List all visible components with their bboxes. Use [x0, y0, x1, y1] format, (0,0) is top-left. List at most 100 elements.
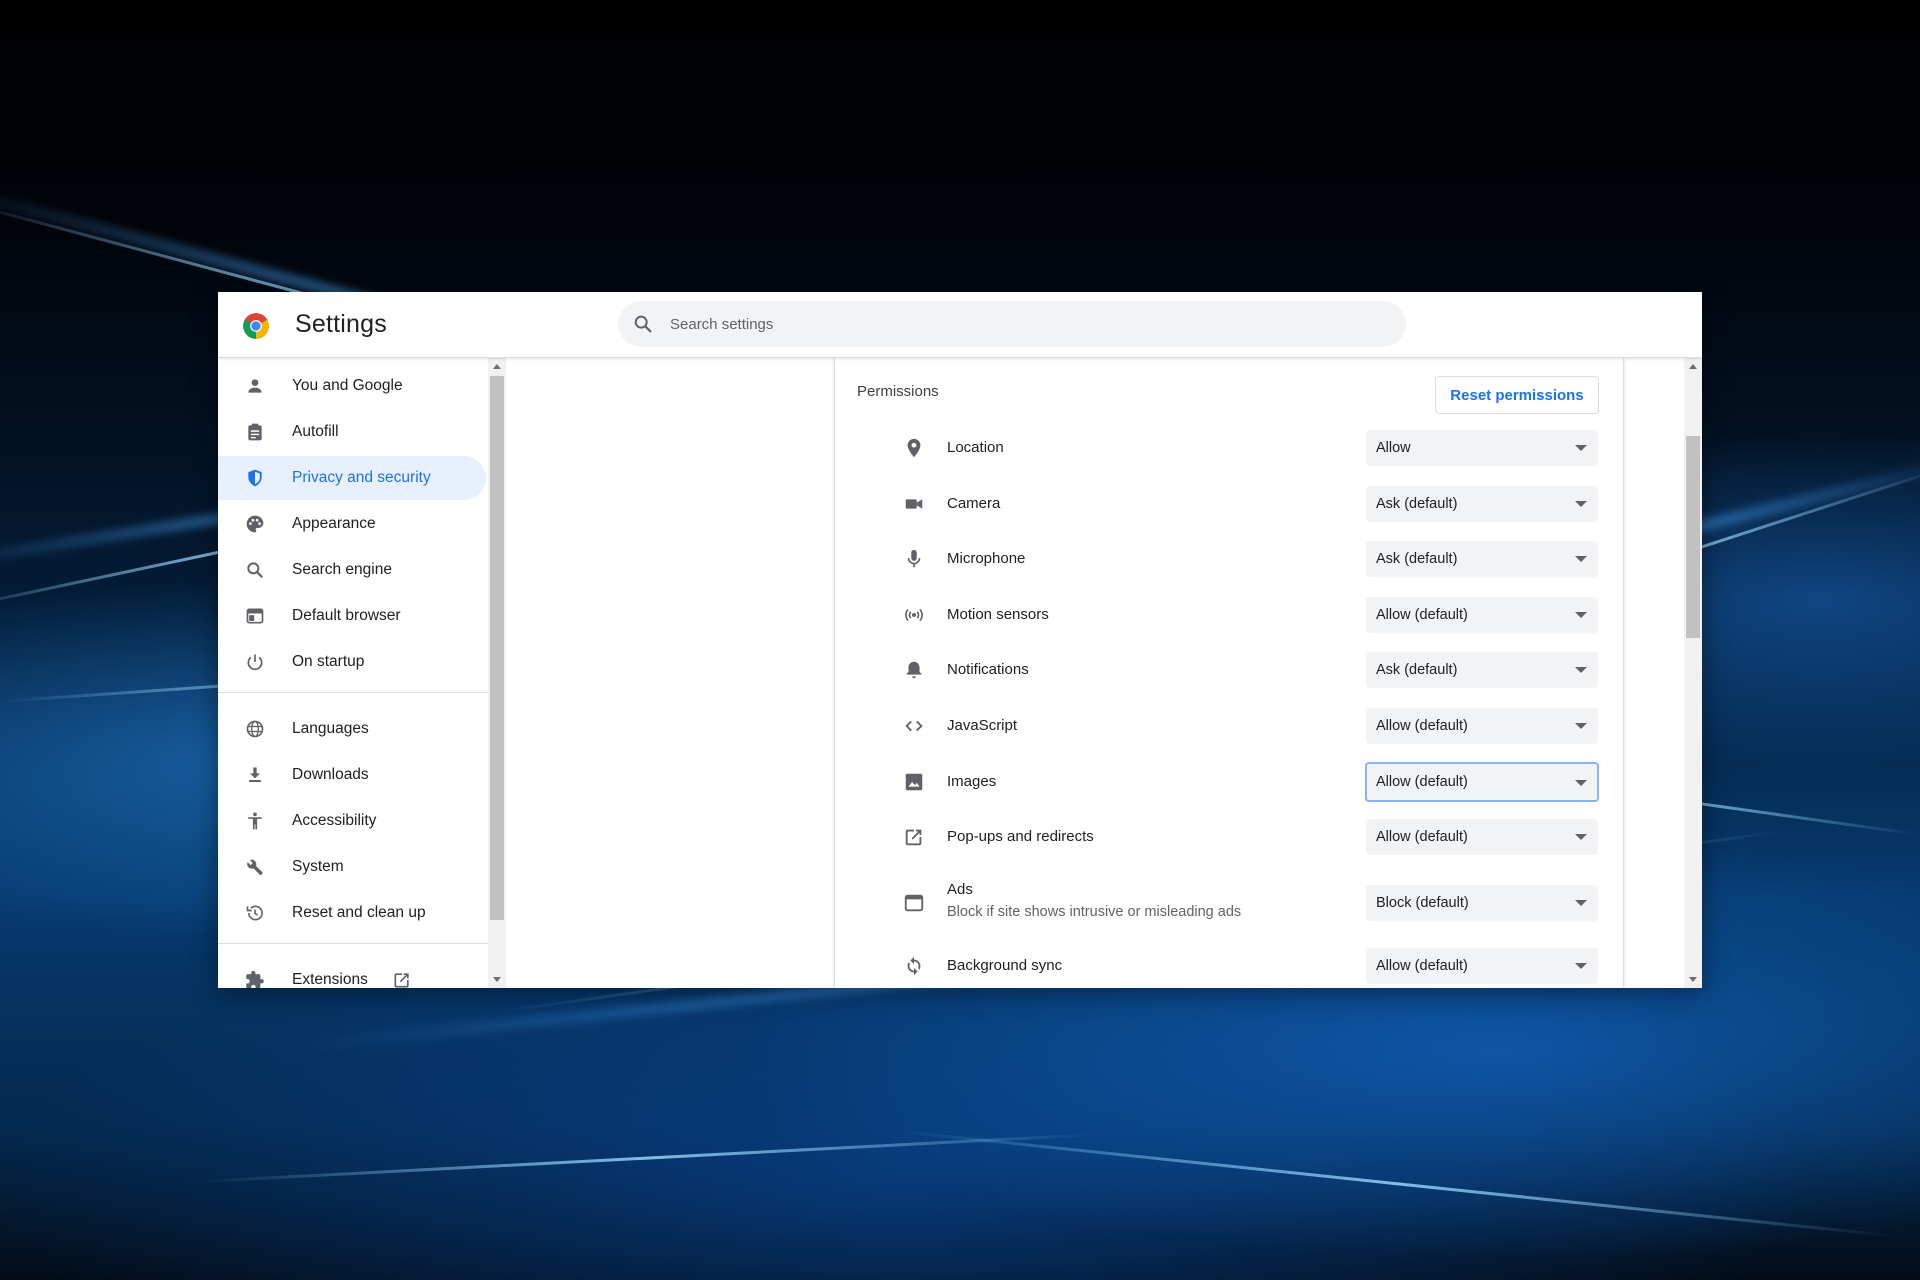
sidebar-item-default-browser[interactable]: Default browser — [218, 594, 486, 638]
content-scrollbar[interactable] — [1684, 358, 1702, 988]
permission-label: Notifications — [947, 661, 1029, 678]
wrench-icon — [245, 857, 265, 877]
search-input[interactable] — [670, 309, 1370, 339]
motion-sensors-select[interactable]: Allow (default) — [1366, 597, 1598, 633]
sidebar-item-label: Privacy and security — [292, 469, 431, 486]
select-value: Ask (default) — [1376, 496, 1458, 512]
camera-select[interactable]: Ask (default) — [1366, 486, 1598, 522]
images-select[interactable]: Allow (default) — [1365, 762, 1599, 802]
select-value: Allow (default) — [1376, 829, 1468, 845]
settings-toolbar: Settings — [218, 292, 1702, 358]
permission-row-notifications: Notifications Ask (default) — [835, 648, 1625, 692]
permission-row-images: Images Allow (default) — [835, 760, 1625, 804]
dropdown-arrow-icon — [1575, 612, 1587, 618]
sidebar-item-reset-and-clean-up[interactable]: Reset and clean up — [218, 891, 486, 935]
search-icon — [245, 560, 265, 580]
search-box[interactable] — [618, 301, 1406, 347]
sidebar-item-label: Reset and clean up — [292, 904, 426, 921]
sidebar-item-autofill[interactable]: Autofill — [218, 410, 486, 454]
sidebar-nav: You and Google Autofill Privacy and secu… — [218, 358, 488, 988]
sidebar-item-search-engine[interactable]: Search engine — [218, 548, 486, 592]
sidebar-item-extensions[interactable]: Extensions — [218, 958, 486, 988]
notifications-select[interactable]: Ask (default) — [1366, 652, 1598, 688]
scroll-down-arrow-icon[interactable] — [1689, 977, 1697, 982]
dropdown-arrow-icon — [1575, 780, 1587, 786]
sidebar-item-label: Extensions — [292, 971, 368, 988]
sidebar-item-label: Languages — [292, 720, 369, 737]
wallpaper-light-streak — [899, 1130, 1895, 1238]
sidebar-item-label: Downloads — [292, 766, 369, 783]
location-select[interactable]: Allow — [1366, 430, 1598, 466]
permission-row-motion-sensors: Motion sensors Allow (default) — [835, 593, 1625, 637]
permission-label: Camera — [947, 495, 1001, 512]
sidebar-item-system[interactable]: System — [218, 845, 486, 889]
wallpaper-light-streak — [199, 1132, 1099, 1183]
dropdown-arrow-icon — [1575, 556, 1587, 562]
content-scroll-thumb[interactable] — [1686, 436, 1700, 638]
permission-row-pop-ups-and-redirects: Pop-ups and redirects Allow (default) — [835, 815, 1625, 859]
microphone-select[interactable]: Ask (default) — [1366, 541, 1598, 577]
history-icon — [245, 903, 265, 923]
sidebar-divider — [218, 692, 488, 693]
sidebar-item-appearance[interactable]: Appearance — [218, 502, 486, 546]
permission-label: Ads — [947, 881, 973, 898]
sidebar-item-accessibility[interactable]: Accessibility — [218, 799, 486, 843]
permission-label: Microphone — [947, 550, 1026, 567]
sidebar-item-privacy-and-security[interactable]: Privacy and security — [218, 456, 486, 500]
ads-select[interactable]: Block (default) — [1366, 885, 1598, 921]
permission-label: Location — [947, 439, 1004, 456]
search-icon — [634, 315, 652, 333]
globe-icon — [245, 719, 265, 739]
dropdown-arrow-icon — [1575, 667, 1587, 673]
download-icon — [245, 765, 265, 785]
sidebar-item-languages[interactable]: Languages — [218, 707, 486, 751]
reset-permissions-button[interactable]: Reset permissions — [1435, 376, 1599, 414]
permission-label: Motion sensors — [947, 606, 1049, 623]
clipboard-icon — [245, 422, 265, 442]
pop-ups-select[interactable]: Allow (default) — [1366, 819, 1598, 855]
sidebar-item-you-and-google[interactable]: You and Google — [218, 364, 486, 408]
dropdown-arrow-icon — [1575, 963, 1587, 969]
sync-icon — [903, 955, 925, 977]
ads-window-icon — [903, 892, 925, 914]
camera-icon — [903, 493, 925, 515]
permission-row-location: Location Allow — [835, 426, 1625, 470]
dropdown-arrow-icon — [1575, 501, 1587, 507]
permission-row-ads: Ads Block if site shows intrusive or mis… — [835, 870, 1625, 936]
sidebar-scrollbar[interactable] — [488, 358, 506, 988]
accessibility-icon — [245, 811, 265, 831]
dropdown-arrow-icon — [1575, 834, 1587, 840]
person-icon — [245, 376, 265, 396]
scroll-down-arrow-icon[interactable] — [493, 977, 501, 982]
select-value: Allow — [1376, 440, 1411, 456]
sidebar-item-label: Accessibility — [292, 812, 377, 829]
javascript-select[interactable]: Allow (default) — [1366, 708, 1598, 744]
settings-content: Permissions Reset permissions Location A… — [508, 358, 1684, 988]
permissions-heading: Permissions — [857, 383, 939, 400]
sidebar-item-label: Appearance — [292, 515, 376, 532]
sensors-icon — [903, 604, 925, 626]
select-value: Allow (default) — [1376, 718, 1468, 734]
select-value: Allow (default) — [1376, 607, 1468, 623]
scroll-up-arrow-icon[interactable] — [1689, 364, 1697, 369]
dropdown-arrow-icon — [1575, 723, 1587, 729]
location-pin-icon — [903, 437, 925, 459]
sidebar-item-label: On startup — [292, 653, 365, 670]
permission-sublabel: Block if site shows intrusive or mislead… — [947, 904, 1242, 920]
palette-icon — [245, 514, 265, 534]
select-value: Allow (default) — [1376, 958, 1468, 974]
sidebar-item-downloads[interactable]: Downloads — [218, 753, 486, 797]
puzzle-icon — [245, 970, 265, 988]
microphone-icon — [903, 548, 925, 570]
sidebar-item-on-startup[interactable]: On startup — [218, 640, 486, 684]
sidebar-item-label: Default browser — [292, 607, 401, 624]
permission-row-microphone: Microphone Ask (default) — [835, 537, 1625, 581]
permission-label: Background sync — [947, 957, 1063, 974]
scroll-up-arrow-icon[interactable] — [493, 364, 501, 369]
sidebar-scroll-thumb[interactable] — [490, 376, 504, 920]
chrome-logo-icon — [243, 313, 269, 339]
background-sync-select[interactable]: Allow (default) — [1366, 948, 1598, 984]
permissions-card: Permissions Reset permissions Location A… — [834, 358, 1624, 988]
open-in-new-icon — [903, 826, 925, 848]
sidebar-item-label: Autofill — [292, 423, 339, 440]
